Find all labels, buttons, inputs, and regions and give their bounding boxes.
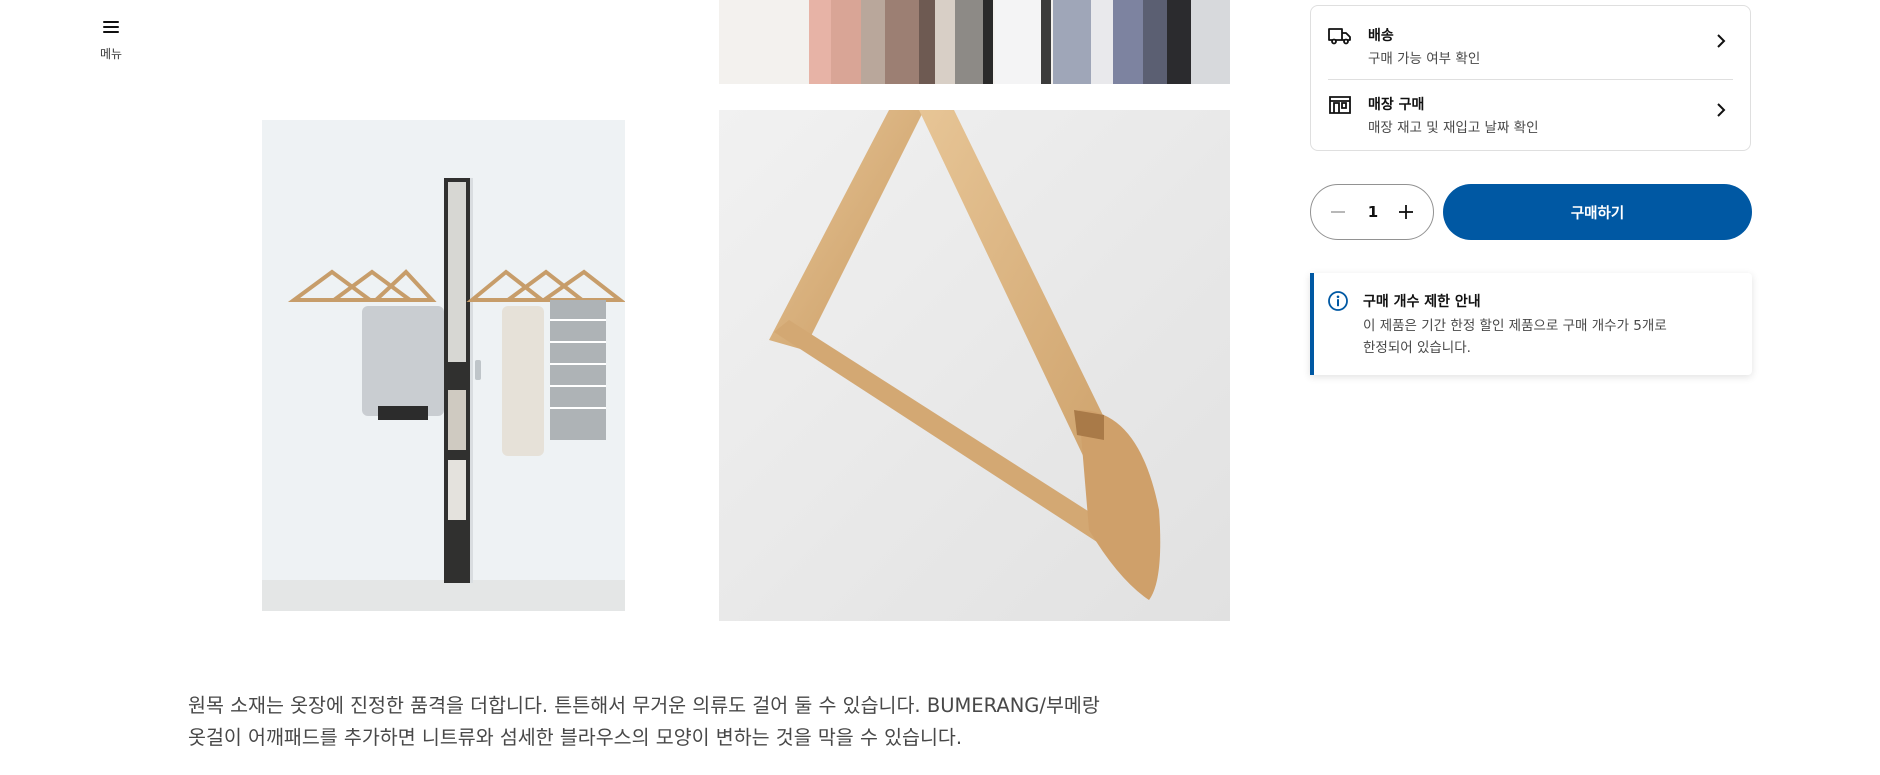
wall-hangers-illustration xyxy=(262,120,625,611)
notice-body: 이 제품은 기간 한정 할인 제품으로 구매 개수가 5개로한정되어 있습니다. xyxy=(1363,315,1703,359)
store-icon xyxy=(1329,96,1351,114)
hamburger-icon xyxy=(103,21,119,33)
menu-label: 메뉴 xyxy=(99,47,123,61)
quantity-input[interactable] xyxy=(1355,200,1391,224)
decrease-quantity-button[interactable] xyxy=(1327,201,1349,223)
notice-body-line-2: 한정되어 있습니다. xyxy=(1363,340,1471,356)
chevron-right-icon xyxy=(1717,103,1726,117)
product-image-wall-hangers[interactable] xyxy=(262,120,625,611)
buy-button[interactable]: 구매하기 xyxy=(1443,184,1752,240)
wardrobe-clothes-illustration xyxy=(719,0,1230,84)
description-line-1: 원목 소재는 옷장에 진정한 품격을 더합니다. 튼튼해서 무거운 의류도 걸어… xyxy=(188,694,1100,717)
wooden-hanger-illustration xyxy=(719,110,1230,621)
store-option[interactable]: 매장 구매 매장 재고 및 재입고 날짜 확인 xyxy=(1311,75,1750,144)
chevron-right-icon xyxy=(1717,34,1726,48)
notice-accent-bar xyxy=(1310,273,1314,375)
product-description: 원목 소재는 옷장에 진정한 품격을 더합니다. 튼튼해서 무거운 의류도 걸어… xyxy=(188,690,1128,754)
notice-title: 구매 개수 제한 안내 xyxy=(1363,294,1481,310)
menu-button[interactable]: 메뉴 xyxy=(96,18,126,62)
notice-body-line-1: 이 제품은 기간 한정 할인 제품으로 구매 개수가 5개로 xyxy=(1363,318,1667,334)
delivery-title: 배송 xyxy=(1368,28,1394,44)
info-icon xyxy=(1328,291,1348,311)
description-line-2: 옷걸이 어깨패드를 추가하면 니트류와 섬세한 블라우스의 모양이 변하는 것을… xyxy=(188,726,963,749)
store-title: 매장 구매 xyxy=(1368,97,1425,113)
purchase-limit-notice: 구매 개수 제한 안내 이 제품은 기간 한정 할인 제품으로 구매 개수가 5… xyxy=(1310,273,1752,375)
product-image-hanger-closeup[interactable] xyxy=(719,110,1230,621)
quantity-stepper xyxy=(1310,184,1434,240)
truck-icon xyxy=(1328,28,1351,45)
delivery-subtitle: 구매 가능 여부 확인 xyxy=(1368,51,1481,67)
product-image-wardrobe-clothes[interactable] xyxy=(719,0,1230,84)
store-subtitle: 매장 재고 및 재입고 날짜 확인 xyxy=(1368,120,1539,136)
increase-quantity-button[interactable] xyxy=(1395,201,1417,223)
availability-box: 배송 구매 가능 여부 확인 매장 구매 매장 재고 및 재입고 날짜 확인 xyxy=(1310,5,1751,151)
delivery-option[interactable]: 배송 구매 가능 여부 확인 xyxy=(1311,6,1750,75)
